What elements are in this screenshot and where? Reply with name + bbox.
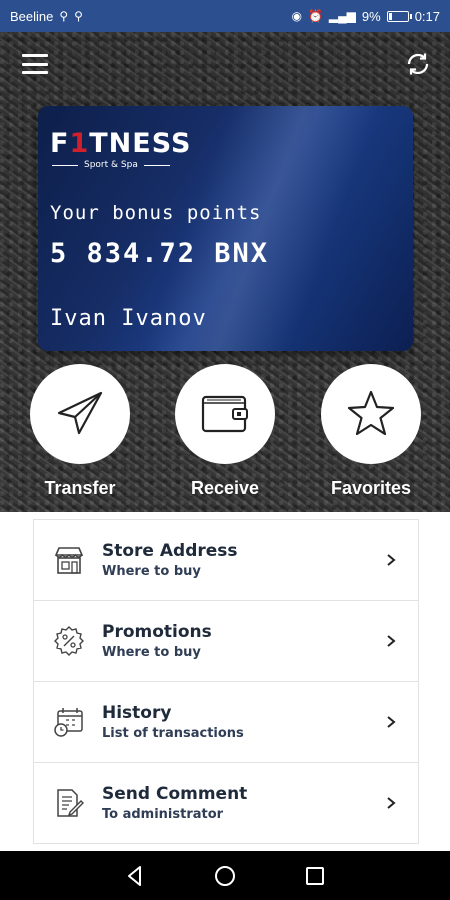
clock-time: 0:17 xyxy=(414,8,440,24)
transfer-label: Transfer xyxy=(44,478,116,498)
chevron-right-icon xyxy=(387,635,396,647)
action-buttons: Transfer Receive Favorites xyxy=(0,364,450,504)
menu-item-title: History xyxy=(102,703,172,723)
chevron-right-icon xyxy=(387,554,396,566)
menu-item-title: Store Address xyxy=(102,541,238,561)
bonus-card[interactable]: F1TNESS Sport & Spa Your bonus points 5 … xyxy=(38,106,413,351)
usb-icon: ⚲ xyxy=(59,9,69,23)
favorites-label: Favorites xyxy=(330,478,412,498)
recents-icon[interactable] xyxy=(303,864,327,888)
battery-icon xyxy=(386,10,412,22)
receive-button[interactable]: Receive xyxy=(170,364,280,499)
receive-label: Receive xyxy=(190,478,260,498)
logo-subtitle: Sport & Spa xyxy=(84,160,138,170)
menu-item-title: Promotions xyxy=(102,622,212,642)
usb-debug-icon: ⚲ xyxy=(74,9,83,23)
status-bar: Beeline ⚲ ⚲ ◉ ⏰ ▂▄▆ 9% 0:17 xyxy=(0,0,450,32)
system-nav-bar xyxy=(0,851,450,900)
transfer-button[interactable]: Transfer xyxy=(25,364,135,499)
menu-item-send-comment[interactable]: Send Comment To administrator xyxy=(34,763,418,843)
percent-badge-icon xyxy=(52,624,86,658)
bonus-value: 5 834.72 BNX xyxy=(50,238,270,269)
card-holder-name: Ivan Ivanov xyxy=(50,306,207,331)
menu-item-subtitle: To administrator xyxy=(102,807,224,822)
carrier-name: Beeline xyxy=(10,8,54,24)
alarm-icon: ⏰ xyxy=(307,9,323,23)
menu-hamburger-icon[interactable] xyxy=(22,54,48,74)
home-icon[interactable] xyxy=(213,864,237,888)
edit-document-icon xyxy=(52,786,86,820)
battery-percent: 9% xyxy=(361,8,381,24)
menu-list: Store Address Where to buy Promotions Wh… xyxy=(33,519,419,844)
menu-item-promotions[interactable]: Promotions Where to buy xyxy=(34,601,418,682)
star-icon xyxy=(347,390,395,436)
chevron-right-icon xyxy=(387,716,396,728)
chevron-right-icon xyxy=(387,797,396,809)
hotspot-icon: ◉ xyxy=(291,9,302,23)
signal-icon: ▂▄▆ xyxy=(328,9,356,23)
bonus-label: Your bonus points xyxy=(50,202,262,224)
menu-item-subtitle: Where to buy xyxy=(102,564,201,579)
sync-icon[interactable] xyxy=(404,50,432,78)
calendar-clock-icon xyxy=(52,705,86,739)
menu-item-history[interactable]: History List of transactions xyxy=(34,682,418,763)
back-icon[interactable] xyxy=(123,864,147,888)
menu-item-title: Send Comment xyxy=(102,784,248,804)
menu-item-subtitle: Where to buy xyxy=(102,645,201,660)
favorites-button[interactable]: Favorites xyxy=(316,364,426,499)
paper-plane-icon xyxy=(57,391,103,435)
menu-item-subtitle: List of transactions xyxy=(102,726,244,741)
menu-item-store-address[interactable]: Store Address Where to buy xyxy=(34,520,418,601)
wallet-icon xyxy=(201,395,248,433)
fitness-logo: F1TNESS Sport & Spa xyxy=(50,128,192,170)
store-icon xyxy=(52,543,86,577)
